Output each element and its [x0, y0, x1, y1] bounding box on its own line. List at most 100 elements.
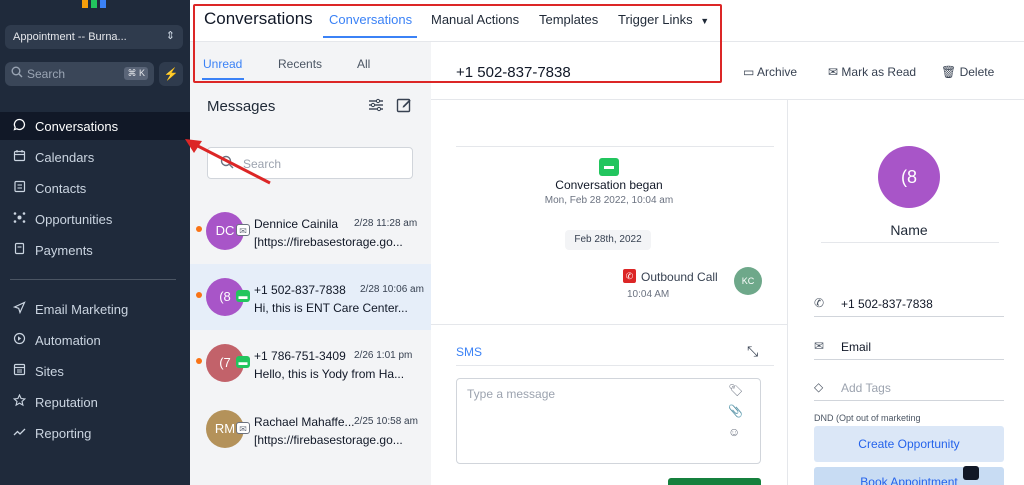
subtab-recents[interactable]: Recents	[278, 57, 322, 71]
composer-tab-sms[interactable]: SMS	[456, 345, 482, 359]
compose-icon[interactable]	[396, 97, 412, 117]
conversation-list-pane: Unread Recents All Messages Search DC ✉ …	[190, 42, 431, 485]
sidebar-item-conversations[interactable]: Conversations	[0, 112, 190, 140]
email-field[interactable]: ✉ Email	[814, 338, 1004, 360]
email-placeholder: Email	[841, 340, 872, 354]
sidebar-item-label: Reporting	[35, 426, 92, 441]
sidebar-item-label: Contacts	[35, 181, 87, 196]
active-tab-indicator	[323, 36, 417, 38]
mail-icon: ✉	[814, 339, 825, 353]
contact-avatar: (8	[878, 146, 940, 208]
composer-tab-divider	[456, 365, 774, 366]
quick-action-bolt-icon[interactable]: ⚡	[159, 62, 183, 86]
phone-call-icon: ✆	[623, 269, 636, 283]
divider	[456, 146, 774, 147]
conversation-time: 2/26 1:01 pm	[354, 350, 413, 361]
sidebar-divider	[10, 279, 176, 280]
divider	[821, 242, 999, 243]
conversation-search-input[interactable]: Search	[207, 147, 413, 179]
account-selector[interactable]: Appointment -- Burna... ⇕	[5, 25, 183, 49]
sidebar-item-label: Opportunities	[35, 212, 113, 227]
sidebar-item-opportunities[interactable]: Opportunities	[0, 205, 190, 233]
conversation-began-date: Mon, Feb 28 2022, 10:04 am	[544, 195, 674, 206]
calendar-icon	[11, 149, 27, 165]
agent-avatar: KC	[734, 267, 762, 295]
sidebar-item-sites[interactable]: Sites	[0, 357, 190, 385]
active-subtab-indicator	[202, 78, 244, 80]
phone-field[interactable]: ✆ +1 502-837-7838	[814, 295, 1004, 317]
create-opportunity-button[interactable]: Create Opportunity	[814, 426, 1004, 462]
top-bar: Conversations Conversations Manual Actio…	[190, 0, 1024, 42]
page-title: Conversations	[204, 9, 313, 28]
date-separator: Feb 28th, 2022	[565, 230, 651, 250]
chat-pane: +1 502-837-7838 ▭ Archive ✉ Mark as Read…	[431, 42, 1024, 485]
send-button[interactable]	[668, 478, 761, 485]
brand-logo	[82, 0, 106, 8]
account-selector-label: Appointment -- Burna...	[13, 31, 127, 43]
search-icon	[11, 66, 23, 81]
message-composer: SMS ⤡ Type a message 🏷 📎 ☺	[431, 324, 787, 485]
collapse-icon[interactable]: ⤡	[747, 343, 758, 360]
conversation-row[interactable]: (7 ▬ +1 786-751-3409 2/26 1:01 pm Hello,…	[190, 330, 431, 396]
sidebar-item-label: Conversations	[35, 119, 119, 134]
sidebar-search[interactable]: Search ⌘ K	[5, 62, 154, 86]
tab-manual-actions[interactable]: Manual Actions	[431, 12, 519, 27]
chat-header: +1 502-837-7838 ▭ Archive ✉ Mark as Read…	[431, 42, 1024, 100]
subtab-all[interactable]: All	[357, 57, 370, 71]
tab-templates[interactable]: Templates	[539, 12, 598, 27]
subtab-unread[interactable]: Unread	[203, 57, 242, 71]
tab-conversations[interactable]: Conversations	[329, 12, 412, 27]
tag-icon[interactable]: 🏷	[728, 383, 743, 397]
emoji-icon[interactable]: ☺	[728, 425, 740, 439]
archive-icon: ▭	[743, 65, 755, 79]
sidebar-item-label: Email Marketing	[35, 302, 129, 317]
conversation-row[interactable]: RM ✉ Rachael Mahaffe... 2/25 10:58 am [h…	[190, 396, 431, 462]
sidebar-item-label: Payments	[35, 243, 93, 258]
search-placeholder: Search	[243, 157, 282, 171]
sidebar-item-automation[interactable]: Automation	[0, 326, 190, 354]
tags-placeholder: Add Tags	[841, 381, 891, 395]
sidebar-item-label: Sites	[35, 364, 64, 379]
archive-button[interactable]: ▭ Archive	[743, 65, 797, 79]
conversation-began-title: Conversation began	[555, 178, 663, 192]
tag-icon: ◇	[814, 380, 824, 394]
payments-icon	[11, 242, 27, 258]
conversation-name: +1 502-837-7838	[254, 283, 346, 297]
phone-value: +1 502-837-7838	[841, 297, 933, 311]
conversation-name: +1 786-751-3409	[254, 349, 346, 363]
paperclip-icon[interactable]: 📎	[728, 404, 743, 418]
delete-button[interactable]: 🗑 Delete	[941, 65, 994, 79]
conversation-preview: [https://firebasestorage.go...	[254, 235, 403, 249]
sidebar-item-payments[interactable]: Payments	[0, 236, 190, 264]
contact-panel: (8 Name ✆ +1 502-837-7838 ✉ Email ◇ Add …	[787, 100, 1024, 485]
search-shortcut-badge: ⌘ K	[124, 67, 148, 80]
tab-trigger-links[interactable]: Trigger Links ▼	[618, 12, 709, 27]
messages-heading: Messages	[207, 98, 276, 115]
trash-icon: 🗑	[941, 65, 957, 79]
email-channel-icon: ✉	[236, 422, 250, 434]
filter-icon[interactable]	[368, 98, 384, 116]
tags-field[interactable]: ◇ Add Tags	[814, 379, 1004, 401]
sidebar-item-label: Calendars	[35, 150, 95, 165]
sites-icon	[11, 363, 27, 379]
delete-label: Delete	[959, 65, 995, 79]
sidebar-search-placeholder: Search	[27, 67, 66, 81]
sidebar-item-email-marketing[interactable]: Email Marketing	[0, 295, 190, 323]
sidebar-item-calendars[interactable]: Calendars	[0, 143, 190, 171]
contact-name[interactable]: Name	[788, 222, 1024, 238]
mark-as-read-button[interactable]: ✉ Mark as Read	[828, 65, 916, 79]
envelope-open-icon: ✉	[828, 65, 839, 79]
conversation-row[interactable]: (8 ▬ +1 502-837-7838 2/28 10:06 am Hi, t…	[190, 264, 431, 330]
unread-dot	[196, 226, 202, 232]
sidebar-item-reputation[interactable]: Reputation	[0, 388, 190, 416]
sidebar: Appointment -- Burna... ⇕ Search ⌘ K ⚡ C…	[0, 0, 190, 485]
message-input[interactable]: Type a message	[456, 378, 761, 464]
dnd-label: DND (Opt out of marketing	[814, 413, 921, 423]
sidebar-item-contacts[interactable]: Contacts	[0, 174, 190, 202]
chat-widget-icon[interactable]	[963, 466, 979, 480]
chat-bubble-icon	[11, 118, 27, 134]
chart-line-icon	[11, 425, 27, 441]
sidebar-item-reporting[interactable]: Reporting	[0, 419, 190, 447]
conversation-row[interactable]: DC ✉ Dennice Cainila 2/28 11:28 am [http…	[190, 198, 431, 264]
tab-trigger-links-label: Trigger Links	[618, 12, 693, 27]
